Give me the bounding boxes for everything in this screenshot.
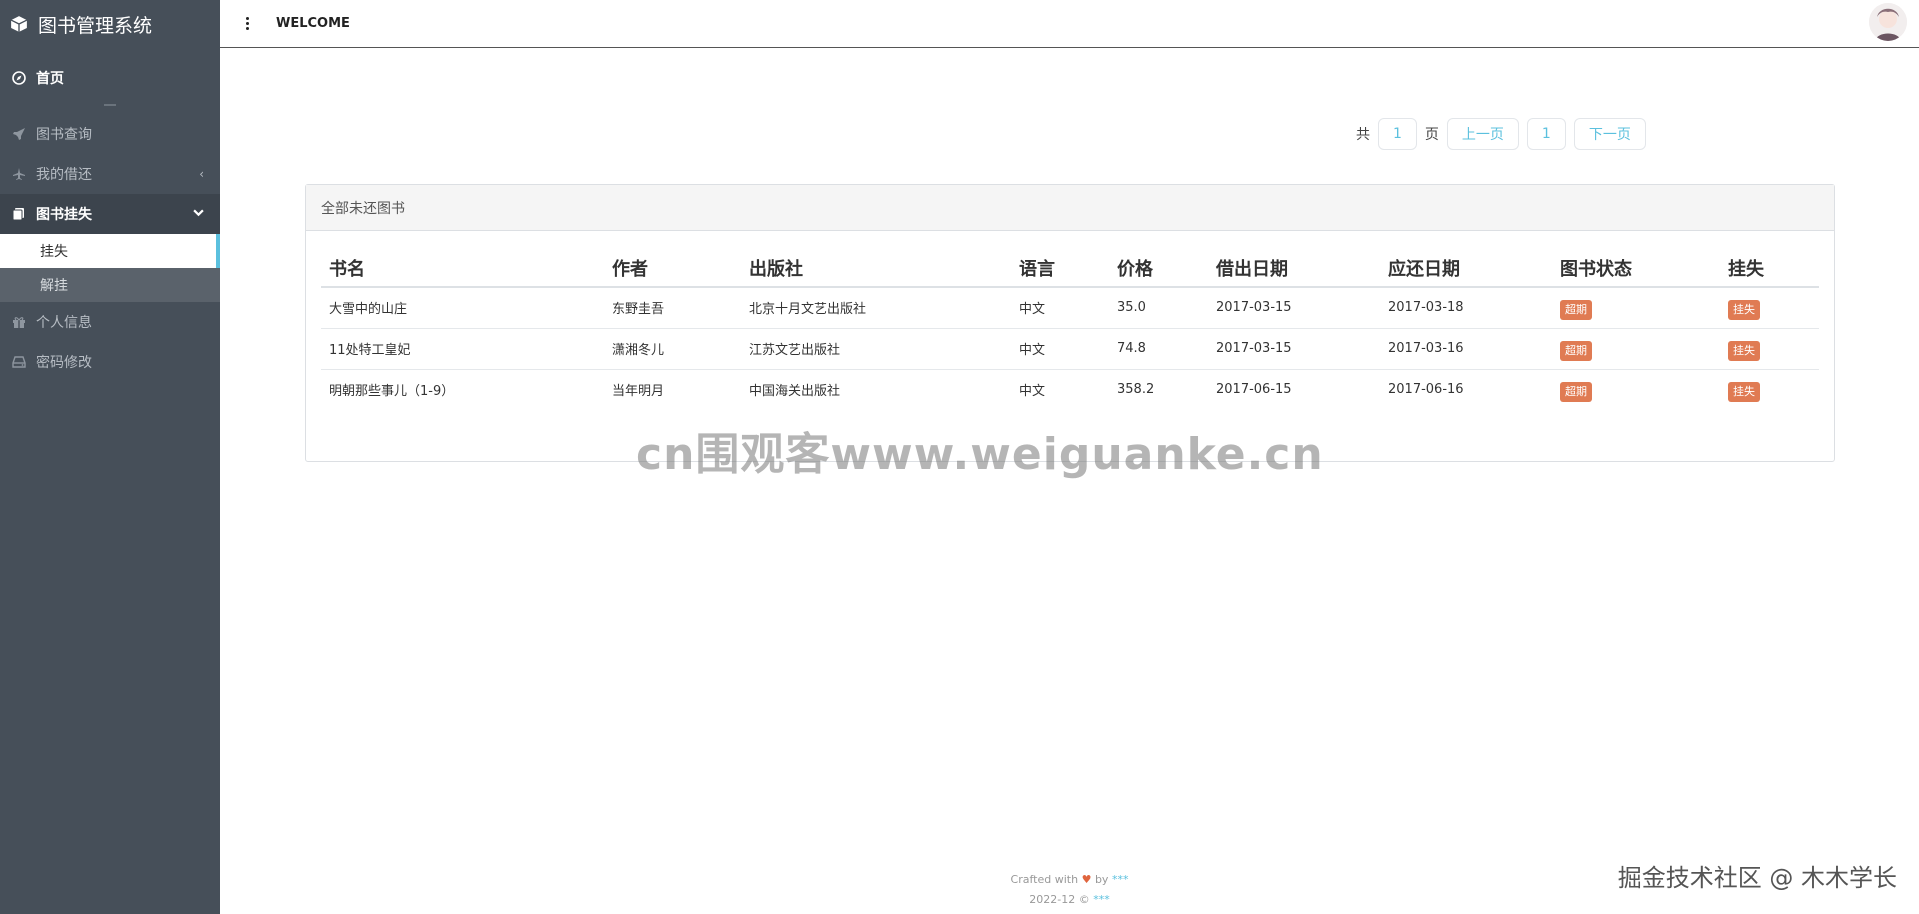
status-cell: 超期 xyxy=(1552,328,1720,370)
column-header: 借出日期 xyxy=(1208,249,1380,288)
sidebar-item-label: 图书挂失 xyxy=(36,207,92,223)
chevron-down-icon xyxy=(193,207,204,221)
app-root: 图书管理系统 首页 图书查询 我的借还 ‹ 图书挂失 挂失 解挂 个人信息 密码… xyxy=(0,0,1919,914)
column-header: 书名 xyxy=(321,249,604,288)
report-loss-button[interactable]: 挂失 xyxy=(1728,299,1760,320)
book-publisher: 中国海关出版社 xyxy=(749,384,841,400)
sidebar-item-personal-info[interactable]: 个人信息 xyxy=(0,302,220,342)
pagination-total-suffix: 页 xyxy=(1424,127,1439,143)
sidebar-item-label: 图书查询 xyxy=(36,127,92,143)
sidebar-item-book-search[interactable]: 图书查询 xyxy=(0,114,220,154)
action-cell: 挂失 xyxy=(1720,328,1819,370)
table-row: 11处特工皇妃 潇湘冬儿 江苏文艺出版社 中文 74.8 2017-03-15 … xyxy=(321,328,1819,370)
avatar[interactable] xyxy=(1869,3,1907,41)
column-header: 挂失 xyxy=(1720,249,1819,288)
status-badge: 超期 xyxy=(1560,340,1592,361)
pagination-current-page[interactable]: 1 xyxy=(1526,118,1566,150)
book-author: 东野圭吾 xyxy=(604,287,741,329)
watermark-text: cn围观客www.weiguanke.cn xyxy=(636,429,1324,480)
table-row: 大雪中的山庄 东野圭吾 北京十月文艺出版社 中文 35.0 2017-03-15… xyxy=(321,287,1819,329)
sidebar-subitem-cancel-loss[interactable]: 解挂 xyxy=(0,268,220,302)
action-cell: 挂失 xyxy=(1720,369,1819,410)
status-cell: 超期 xyxy=(1552,287,1720,329)
sidebar-item-label: 密码修改 xyxy=(36,355,92,371)
footer-copyright-line: 2022-12 © *** xyxy=(220,890,1919,910)
book-price: 358.2 xyxy=(1117,382,1155,398)
book-author: 当年明月 xyxy=(612,384,665,400)
report-loss-button[interactable]: 挂失 xyxy=(1728,340,1760,361)
brand[interactable]: 图书管理系统 xyxy=(0,0,220,48)
sidebar-item-my-borrow[interactable]: 我的借还 ‹ xyxy=(0,154,220,194)
column-header: 应还日期 xyxy=(1380,249,1552,288)
compass-icon xyxy=(12,71,26,85)
borrow-date: 2017-03-15 xyxy=(1208,287,1380,329)
column-header: 作者 xyxy=(604,249,741,288)
cube-icon xyxy=(10,15,28,33)
book-author: 潇湘冬儿 xyxy=(604,328,741,370)
app-title: 图书管理系统 xyxy=(38,14,153,37)
sidebar-subitem-label: 解挂 xyxy=(40,278,68,294)
book-language: 中文 xyxy=(1011,328,1109,370)
book-price: 74.8 xyxy=(1109,328,1208,370)
status-cell: 超期 xyxy=(1552,369,1720,410)
due-date: 2017-03-16 xyxy=(1380,328,1552,370)
sidebar-subitem-label: 挂失 xyxy=(40,244,68,260)
sidebar: 图书管理系统 首页 图书查询 我的借还 ‹ 图书挂失 挂失 解挂 个人信息 密码… xyxy=(0,0,220,914)
footer-by: by xyxy=(1094,873,1109,886)
borrow-date: 2017-03-15 xyxy=(1208,328,1380,370)
menu-toggle-icon[interactable] xyxy=(238,15,256,33)
footer-credit-line: Crafted with ♥ by *** xyxy=(220,870,1919,890)
due-date: 2017-06-16 xyxy=(1388,382,1464,398)
heart-icon: ♥ xyxy=(1081,873,1092,886)
rocket-icon xyxy=(12,127,26,141)
hdd-icon xyxy=(12,355,26,369)
table-header-row: 书名 作者 出版社 语言 价格 借出日期 应还日期 图书状态 挂失 xyxy=(321,249,1819,288)
book-language: 中文 xyxy=(1011,287,1109,329)
book-price: 35.0 xyxy=(1109,287,1208,329)
books-table: 书名 作者 出版社 语言 价格 借出日期 应还日期 图书状态 挂失 大雪中的山庄… xyxy=(321,249,1819,410)
pagination-total-prefix: 共 xyxy=(1356,127,1370,143)
column-header: 出版社 xyxy=(741,249,1011,288)
due-date: 2017-03-18 xyxy=(1380,287,1552,329)
book-publisher: 北京十月文艺出版社 xyxy=(741,287,1011,329)
plane-icon xyxy=(12,167,26,181)
pagination: 共 1 页 上一页 1 下一页 xyxy=(1356,118,1646,150)
pagination-prev-button[interactable]: 上一页 xyxy=(1446,118,1519,150)
status-badge: 超期 xyxy=(1560,381,1592,402)
sidebar-divider xyxy=(104,104,116,106)
column-header: 图书状态 xyxy=(1552,249,1720,288)
sidebar-item-label: 我的借还 xyxy=(36,167,92,183)
footer-crafted: Crafted with xyxy=(1010,873,1079,886)
book-name: 大雪中的山庄 xyxy=(321,287,604,329)
borrow-date: 2017-06-15 xyxy=(1216,382,1292,398)
report-loss-button[interactable]: 挂失 xyxy=(1728,381,1760,402)
sidebar-subitem-report-loss[interactable]: 挂失 xyxy=(0,234,220,268)
pagination-total-pages: 1 xyxy=(1378,118,1417,150)
footer-year: 2022-12 © xyxy=(1029,893,1090,906)
column-header: 价格 xyxy=(1109,249,1208,288)
sidebar-item-label: 个人信息 xyxy=(36,315,92,331)
status-badge: 超期 xyxy=(1560,299,1592,320)
panel-title: 全部未还图书 xyxy=(306,185,1834,231)
copy-icon xyxy=(12,207,26,221)
footer: Crafted with ♥ by *** 2022-12 © *** xyxy=(220,870,1919,910)
sidebar-item-label: 首页 xyxy=(36,71,64,87)
gift-icon xyxy=(12,315,26,329)
top-bar: WELCOME xyxy=(220,0,1919,48)
sidebar-item-book-loss[interactable]: 图书挂失 xyxy=(0,194,220,234)
footer-author-link[interactable]: *** xyxy=(1112,873,1129,886)
welcome-label: WELCOME xyxy=(276,16,350,31)
book-name: 明朝那些事儿（1-9） xyxy=(329,384,455,400)
action-cell: 挂失 xyxy=(1720,287,1819,329)
pagination-next-button[interactable]: 下一页 xyxy=(1573,118,1646,150)
table-row: 明朝那些事儿（1-9） 当年明月 中国海关出版社 中文 358.2 2017-0… xyxy=(321,369,1819,410)
book-language: 中文 xyxy=(1019,384,1046,400)
book-name: 11处特工皇妃 xyxy=(321,328,604,370)
book-publisher: 江苏文艺出版社 xyxy=(741,328,1011,370)
sidebar-item-home[interactable]: 首页 xyxy=(0,48,220,108)
column-header: 语言 xyxy=(1011,249,1109,288)
footer-owner-link[interactable]: *** xyxy=(1093,893,1110,906)
chevron-left-icon: ‹ xyxy=(199,167,204,181)
sidebar-item-password[interactable]: 密码修改 xyxy=(0,342,220,382)
